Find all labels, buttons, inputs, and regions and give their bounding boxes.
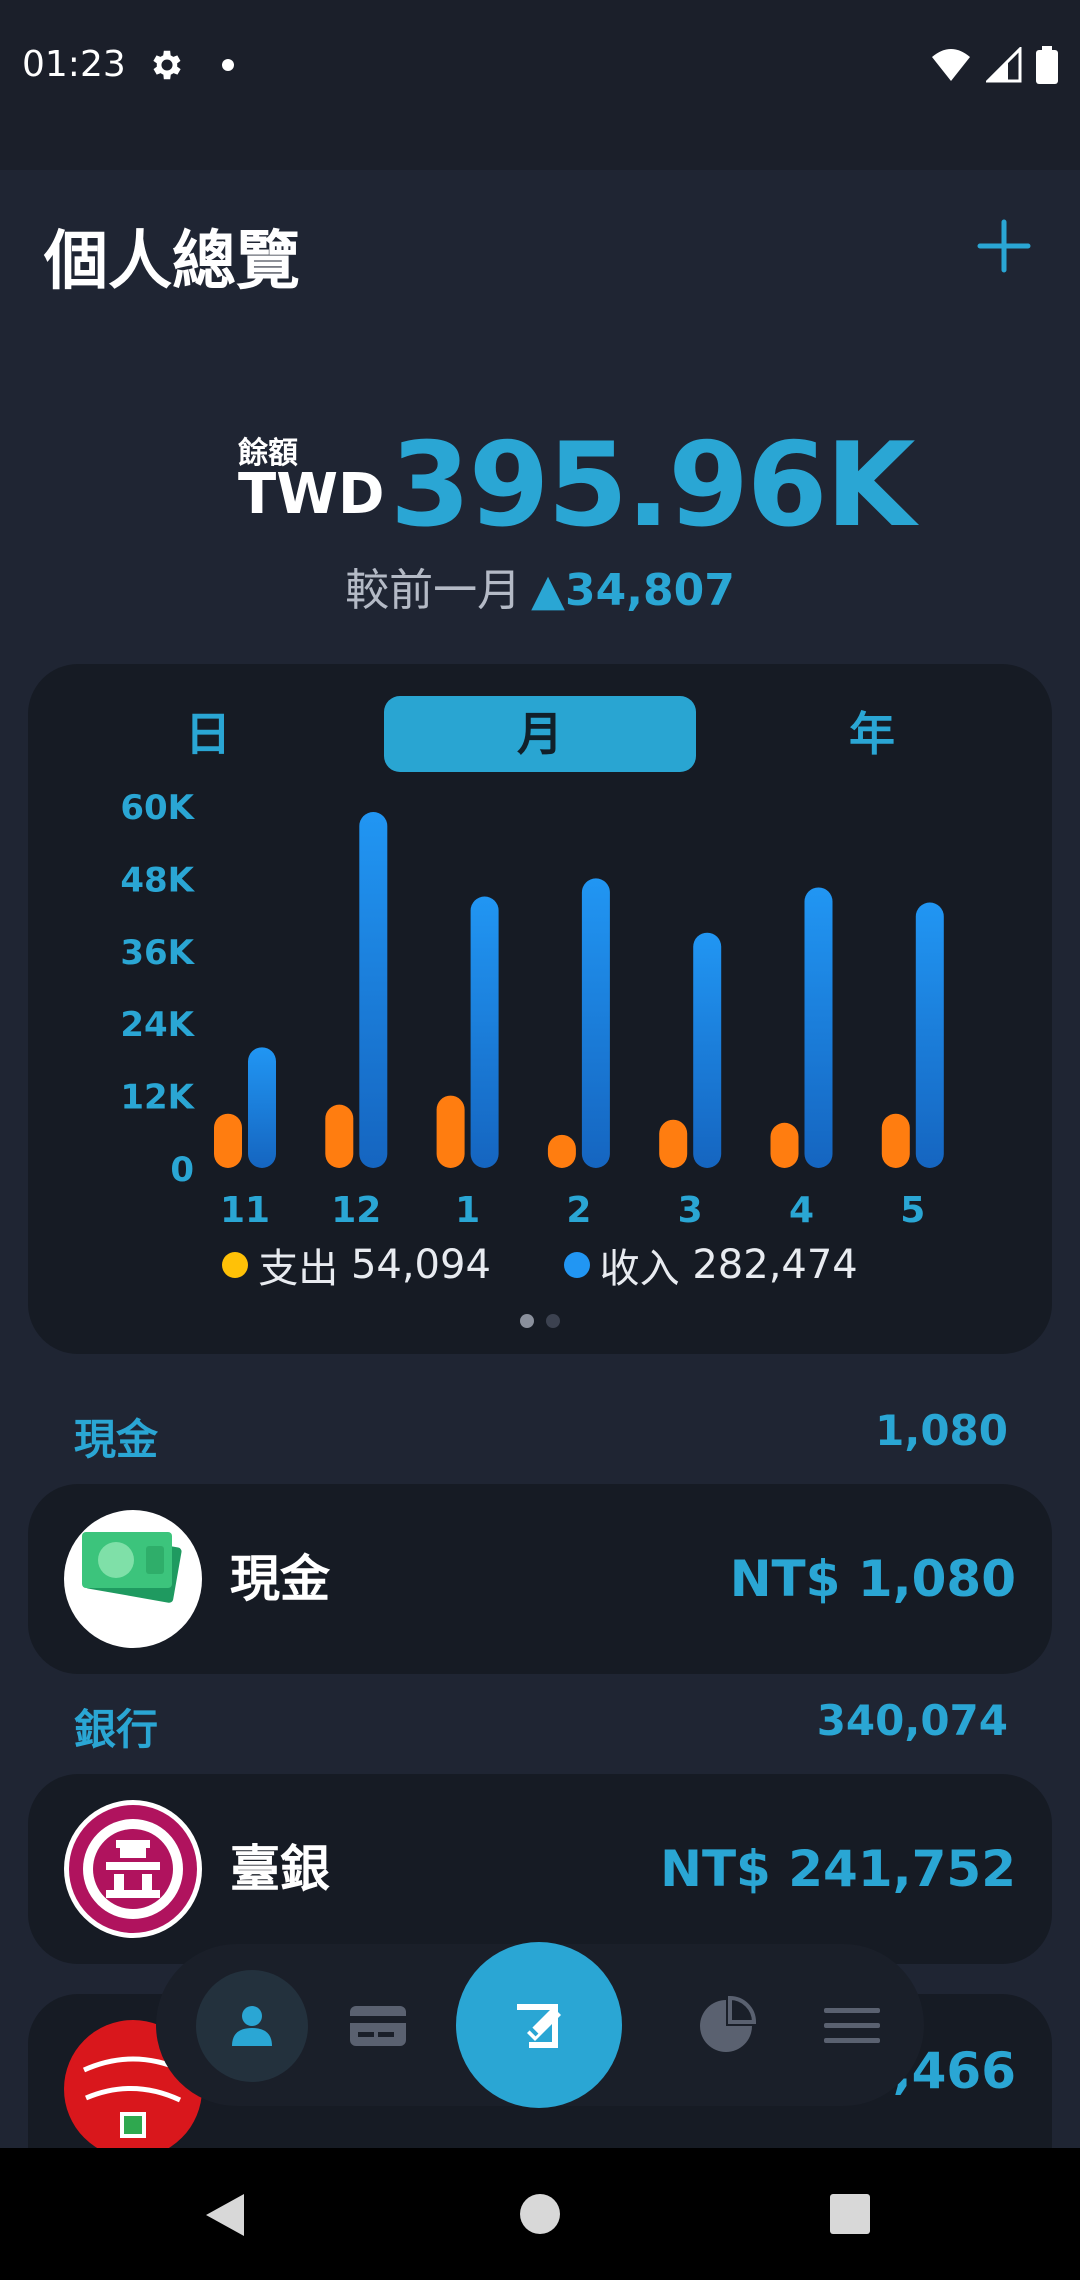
y-tick-label: 36K xyxy=(120,933,195,973)
y-tick-label: 60K xyxy=(120,788,195,828)
battery-icon xyxy=(1036,46,1058,84)
system-nav-bar xyxy=(0,2148,1080,2280)
section-bank-title: 銀行 xyxy=(74,1705,159,1754)
legend-income-label: 收入 xyxy=(599,1246,680,1292)
compare-label: 較前一月 xyxy=(345,565,522,616)
account-amount: NT$ 241,752 xyxy=(660,1840,1016,1898)
bank-of-taiwan-logo xyxy=(64,1800,202,1938)
menu-icon xyxy=(824,2008,880,2043)
x-tick-label: 5 xyxy=(900,1190,925,1231)
page-title: 個人總覽 xyxy=(44,225,300,299)
nav-accounts-button[interactable] xyxy=(322,1970,434,2082)
section-cash-title: 現金 xyxy=(74,1415,159,1464)
tab-month[interactable]: 月 xyxy=(384,696,696,772)
expense-bar[interactable] xyxy=(881,1113,910,1168)
up-arrow-icon: ▲ xyxy=(531,565,566,616)
income-dot-icon xyxy=(563,1252,590,1278)
balance-amount: 395.96K xyxy=(390,418,916,553)
page-dot[interactable] xyxy=(546,1314,560,1328)
expense-bar[interactable] xyxy=(770,1122,799,1168)
balance-compare: 較前一月 ▲34,807 xyxy=(0,554,1080,618)
expense-dot-icon xyxy=(222,1252,249,1278)
compare-value: 34,807 xyxy=(565,565,735,616)
pie-chart-icon xyxy=(700,1996,756,2052)
income-bar[interactable] xyxy=(248,1047,276,1168)
expense-bar[interactable] xyxy=(547,1134,576,1168)
account-name: 臺銀 xyxy=(230,1840,330,1898)
recents-icon[interactable] xyxy=(830,2194,870,2234)
person-icon xyxy=(232,2006,272,2046)
y-tick-label: 24K xyxy=(120,1005,195,1045)
bottom-nav xyxy=(156,1942,924,2108)
legend-income: 收入 282,474 xyxy=(563,1236,858,1294)
legend-expense: 支出 54,094 xyxy=(222,1236,491,1294)
cash-icon xyxy=(64,1510,202,1648)
page-indicator xyxy=(28,1314,1052,1328)
chart-card: 日 月 年 60K 48K 36K 24K 12K 0 11 12 1 2 3 4 5 支出 54,09… xyxy=(28,664,1052,1354)
card-icon xyxy=(350,2006,406,2046)
y-tick-label: 12K xyxy=(120,1078,195,1118)
x-tick-label: 11 xyxy=(220,1190,270,1231)
settings-icon xyxy=(153,50,181,80)
expense-bar[interactable] xyxy=(436,1095,465,1168)
back-icon[interactable] xyxy=(204,2192,246,2238)
notification-dot-icon xyxy=(222,59,234,71)
chart-legend: 支出 54,094 收入 282,474 xyxy=(28,1236,1052,1294)
x-tick-label: 3 xyxy=(678,1190,703,1231)
x-tick-label: 1 xyxy=(455,1190,480,1231)
income-bar[interactable] xyxy=(581,878,610,1168)
account-card-bot[interactable]: 臺銀 NT$ 241,752 xyxy=(28,1774,1052,1964)
status-bar: 01:23 xyxy=(0,0,1080,170)
account-name: 現金 xyxy=(230,1550,330,1608)
status-time: 01:23 xyxy=(22,44,126,85)
income-bar[interactable] xyxy=(470,896,499,1169)
nav-stats-button[interactable] xyxy=(670,1970,782,2082)
balance-currency: TWD xyxy=(238,462,385,527)
add-record-button[interactable] xyxy=(456,1942,622,2108)
y-tick-label: 0 xyxy=(170,1150,194,1190)
x-tick-label: 2 xyxy=(566,1190,591,1231)
expense-bar[interactable] xyxy=(325,1104,354,1168)
legend-expense-label: 支出 xyxy=(258,1246,339,1292)
expense-bar[interactable] xyxy=(659,1119,688,1168)
income-bar[interactable] xyxy=(693,932,722,1168)
add-icon[interactable] xyxy=(972,214,1036,278)
tab-day[interactable]: 日 xyxy=(52,696,364,772)
section-bank-total: 340,074 xyxy=(816,1696,1008,1745)
x-tick-label: 4 xyxy=(789,1190,814,1231)
balance-summary: 餘額 TWD 395.96K 較前一月 ▲34,807 xyxy=(0,410,1080,640)
section-cash-header: 現金 1,080 xyxy=(74,1406,1008,1467)
income-bar[interactable] xyxy=(915,902,944,1168)
nav-menu-button[interactable] xyxy=(796,1970,908,2082)
section-bank-header: 銀行 340,074 xyxy=(74,1696,1008,1757)
x-tick-label: 12 xyxy=(331,1190,381,1231)
wifi-icon xyxy=(932,49,970,81)
legend-expense-total: 54,094 xyxy=(350,1242,491,1288)
add-record-icon xyxy=(517,2004,561,2048)
expense-bar[interactable] xyxy=(214,1113,242,1168)
income-expense-chart: 60K48K36K24K12K011 12 1 2 3 4 5 xyxy=(120,788,944,1231)
account-amount: NT$ 1,080 xyxy=(729,1550,1016,1608)
home-icon[interactable] xyxy=(518,2192,562,2236)
page-header: 個人總覽 xyxy=(0,170,1080,330)
account-card-cash[interactable]: 現金 NT$ 1,080 xyxy=(28,1484,1052,1674)
nav-overview-button[interactable] xyxy=(196,1970,308,2082)
page-dot-active xyxy=(520,1314,534,1328)
signal-icon xyxy=(986,47,1022,83)
legend-income-total: 282,474 xyxy=(692,1242,858,1288)
income-bar[interactable] xyxy=(359,812,388,1168)
income-bar[interactable] xyxy=(804,887,833,1168)
section-cash-total: 1,080 xyxy=(875,1406,1008,1455)
y-tick-label: 48K xyxy=(120,860,195,900)
tab-year[interactable]: 年 xyxy=(716,696,1028,772)
